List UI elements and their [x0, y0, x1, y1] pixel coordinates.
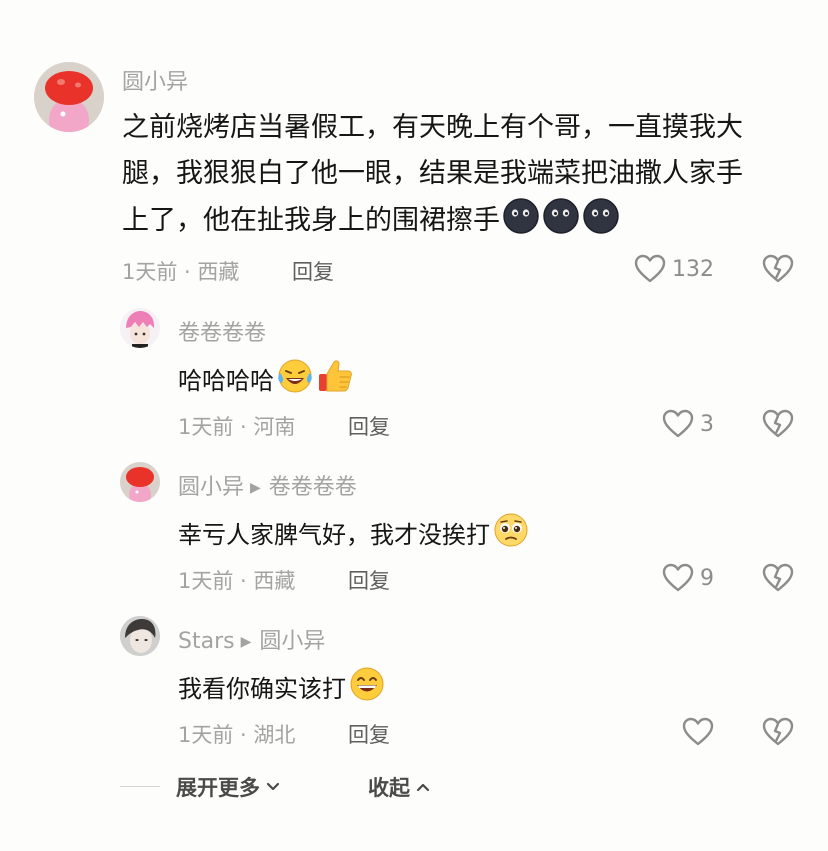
reply-button[interactable]: 回复 [348, 565, 390, 595]
comment-text-line-text: 上了，他在扯我身上的围裙擦手 [122, 205, 500, 236]
comment-text-line: 上了，他在扯我身上的围裙擦手 [122, 197, 812, 250]
reply-meta: 1天前 · 湖北 [178, 723, 296, 747]
black-moon-face-emoji [502, 197, 540, 250]
comment-text-line: 之前烧烤店当暑假工，有天晚上有个哥，一直摸我大 [122, 112, 743, 143]
like-button[interactable]: 132 [634, 254, 714, 284]
avatar[interactable] [34, 62, 104, 132]
thumbs-up-emoji [316, 357, 354, 401]
avatar-mushroom-image [34, 62, 104, 132]
dislike-button[interactable] [762, 717, 794, 751]
broken-heart-icon [762, 254, 794, 283]
pleading-face-emoji [492, 511, 530, 555]
like-count: 9 [700, 565, 714, 591]
reply-to-arrow-icon: ▶ [240, 634, 252, 650]
heart-icon [682, 717, 714, 746]
broken-heart-icon [762, 563, 794, 592]
expand-more-button[interactable]: 展开更多 [176, 772, 282, 802]
heart-icon [662, 563, 694, 592]
grinning-sweat-emoji [348, 665, 386, 709]
laughing-tears-emoji [276, 357, 314, 401]
reply-username[interactable]: 卷卷卷卷 [178, 315, 266, 347]
chevron-down-icon [266, 782, 280, 791]
comment-username[interactable]: 圆小异 [122, 64, 188, 96]
reply-username-line: Stars ▶ 圆小异 [178, 623, 325, 655]
like-button[interactable]: 3 [662, 409, 714, 439]
reply-text: 幸亏人家脾气好，我才没挨打 [178, 511, 530, 555]
avatar[interactable] [120, 462, 160, 502]
collapse-button[interactable]: 收起 [368, 772, 432, 802]
like-button[interactable] [682, 717, 720, 747]
reply-text-content: 我看你确实该打 [178, 675, 346, 703]
reply-button[interactable]: 回复 [348, 411, 390, 441]
avatar[interactable] [120, 308, 160, 348]
reply-text-content: 幸亏人家脾气好，我才没挨打 [178, 521, 490, 549]
avatar-pink-hair-image [120, 308, 160, 348]
broken-heart-icon [762, 717, 794, 746]
dislike-button[interactable] [762, 409, 794, 443]
reply-username-line: 圆小异 ▶ 卷卷卷卷 [178, 469, 357, 501]
reply-to-username[interactable]: 圆小异 [259, 629, 325, 654]
chevron-up-icon [416, 783, 430, 792]
expand-more-label: 展开更多 [176, 776, 260, 800]
reply-text-content: 哈哈哈哈 [178, 367, 274, 395]
reply-username[interactable]: 圆小异 [178, 475, 244, 500]
reply-text: 哈哈哈哈 [178, 357, 354, 401]
reply-button[interactable]: 回复 [348, 719, 390, 749]
comment-text-line: 腿，我狠狠白了他一眼，结果是我端菜把油撒人家手 [122, 158, 743, 189]
reply-meta: 1天前 · 西藏 [178, 569, 296, 593]
reply-meta: 1天前 · 河南 [178, 415, 296, 439]
avatar-portrait-image [120, 616, 160, 656]
avatar[interactable] [120, 616, 160, 656]
collapse-label: 收起 [368, 776, 410, 800]
comment-text: 之前烧烤店当暑假工，有天晚上有个哥，一直摸我大 腿，我狠狠白了他一眼，结果是我端… [122, 105, 812, 250]
like-count: 132 [672, 256, 714, 282]
black-moon-face-emoji [582, 197, 620, 250]
reply-to-arrow-icon: ▶ [250, 480, 261, 496]
heart-icon [662, 409, 694, 438]
dislike-button[interactable] [762, 254, 794, 288]
heart-icon [634, 254, 666, 283]
black-moon-face-emoji [542, 197, 580, 250]
divider [120, 786, 160, 787]
like-button[interactable]: 9 [662, 563, 714, 593]
broken-heart-icon [762, 409, 794, 438]
dislike-button[interactable] [762, 563, 794, 597]
like-count: 3 [700, 411, 714, 437]
reply-to-username[interactable]: 卷卷卷卷 [269, 475, 357, 500]
comment-meta: 1天前 · 西藏 [122, 260, 240, 284]
avatar-mushroom-image [120, 462, 160, 502]
reply-text: 我看你确实该打 [178, 665, 386, 709]
reply-username[interactable]: Stars [178, 629, 235, 654]
reply-button[interactable]: 回复 [292, 256, 334, 286]
